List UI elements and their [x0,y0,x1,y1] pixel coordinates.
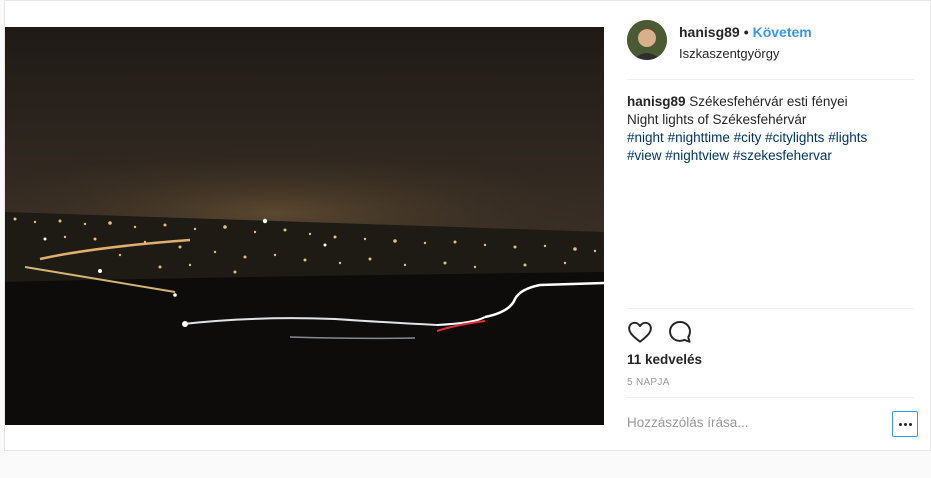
post-photo[interactable] [5,27,604,425]
comment-icon[interactable] [667,319,693,345]
divider [627,397,914,398]
hashtags-row-2: #view #nightview #szekesfehervar [627,147,914,165]
avatar-image [627,20,667,60]
hashtag-link[interactable]: #citylights [765,130,824,145]
hashtags-row-1: #night #nighttime #city #citylights #lig… [627,129,914,147]
divider [627,308,914,309]
hashtag-link[interactable]: #city [734,130,762,145]
more-options-icon[interactable] [892,411,918,437]
post-sidebar: hanisg89 • Követem Iszkaszentgyörgy hanisg… [627,1,918,450]
follow-button[interactable]: Követem [753,24,812,40]
avatar[interactable] [627,20,667,60]
username-link[interactable]: hanisg89 [679,24,740,40]
hashtag-link[interactable]: #szekesfehervar [733,148,832,163]
heart-icon[interactable] [627,319,653,345]
caption-username[interactable]: hanisg89 [627,94,686,109]
likes-count[interactable]: 11 kedvelés [627,352,702,367]
caption: hanisg89 Székesfehérvár esti fényei Nigh… [627,93,914,165]
post-card: hanisg89 • Követem Iszkaszentgyörgy hanisg… [4,0,931,451]
post-time[interactable]: 5 NAPJA [627,377,670,388]
comment-input[interactable]: Hozzászólás írása... [627,415,749,430]
separator-dot: • [743,24,749,40]
hashtag-link[interactable]: #night [627,130,664,145]
night-city-image [5,27,604,425]
divider [627,79,914,80]
post-header: hanisg89 • Követem Iszkaszentgyörgy [627,18,914,78]
caption-line1: Székesfehérvár esti fényei [689,94,848,109]
hashtag-link[interactable]: #nighttime [668,130,730,145]
hashtag-link[interactable]: #view [627,148,662,163]
hashtag-link[interactable]: #nightview [665,148,729,163]
username-row: hanisg89 • Követem [679,24,812,40]
hashtag-link[interactable]: #lights [828,130,867,145]
caption-line2: Night lights of Székesfehérvár [627,112,807,127]
location-link[interactable]: Iszkaszentgyörgy [679,46,779,61]
